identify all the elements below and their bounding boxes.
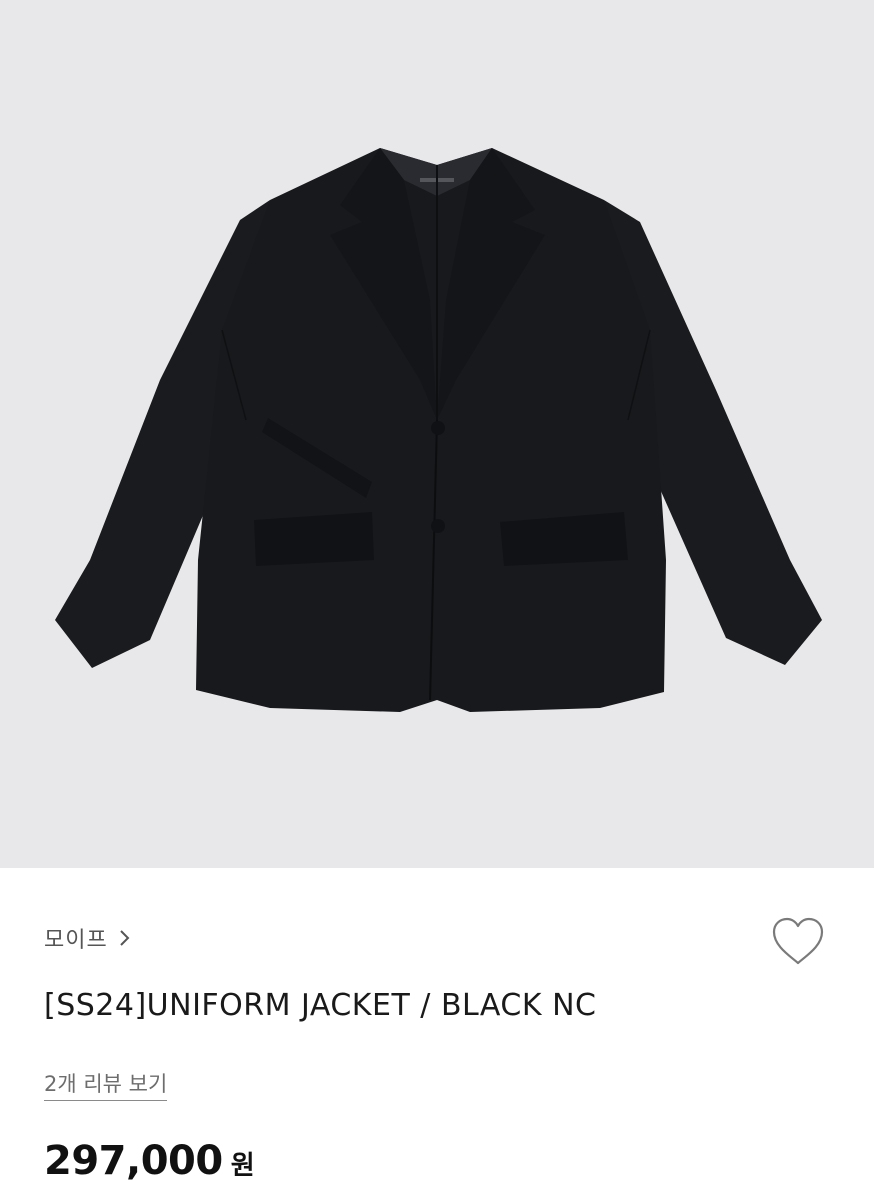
- product-image[interactable]: [0, 0, 874, 868]
- brand-link[interactable]: 모이프: [44, 922, 132, 954]
- price-row: 297,000 원: [44, 1138, 255, 1184]
- chevron-right-icon: [118, 928, 132, 948]
- product-title: [SS24]UNIFORM JACKET / BLACK NC: [44, 988, 597, 1023]
- product-info: 모이프 [SS24]UNIFORM JACKET / BLACK NC 2개 리…: [0, 868, 874, 1200]
- price-value: 297,000: [44, 1138, 223, 1184]
- heart-outline-icon[interactable]: [770, 916, 826, 968]
- price-currency: 원: [230, 1151, 255, 1181]
- review-link[interactable]: 2개 리뷰 보기: [44, 1068, 168, 1101]
- jacket-illustration: [55, 148, 822, 712]
- product-page: 모이프 [SS24]UNIFORM JACKET / BLACK NC 2개 리…: [0, 0, 874, 1200]
- brand-name: 모이프: [44, 928, 108, 953]
